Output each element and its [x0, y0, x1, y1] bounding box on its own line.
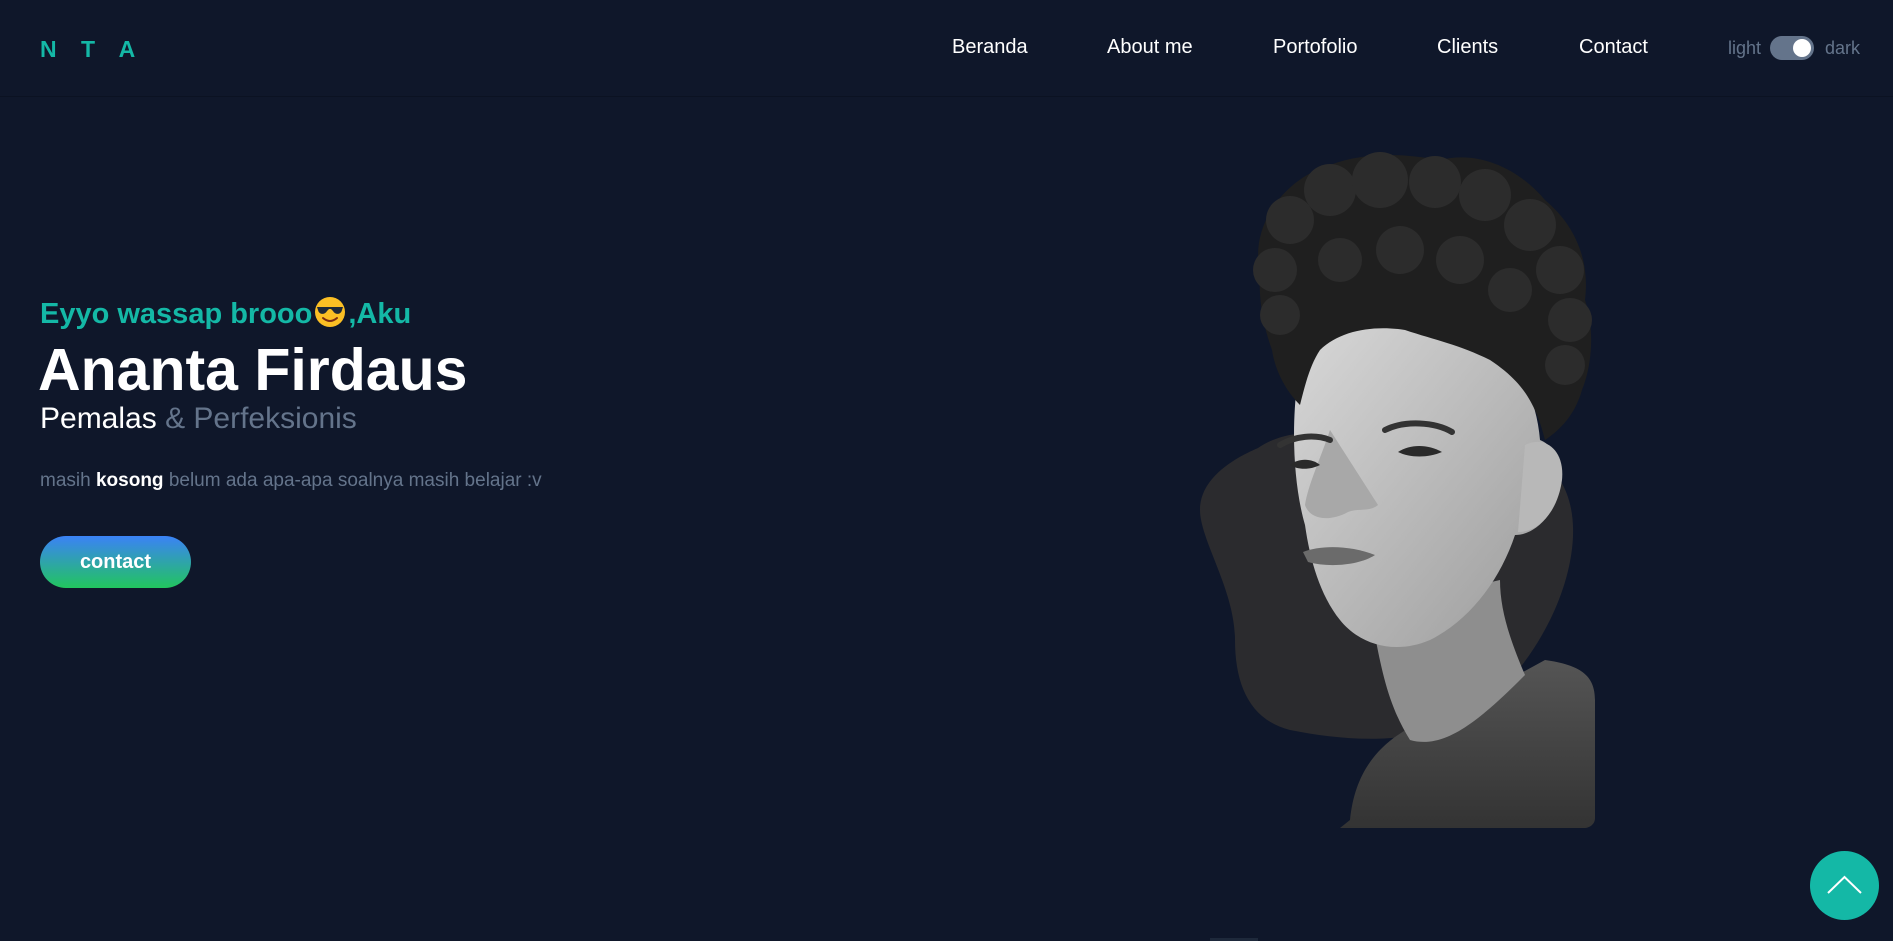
nav-link-portofolio[interactable]: Portofolio [1273, 36, 1358, 59]
contact-button[interactable]: contact [40, 536, 191, 588]
hero-greeting: Eyyo wassap brooo ,Aku [40, 296, 411, 331]
desc-prefix: masih [40, 470, 91, 491]
toggle-knob [1793, 39, 1811, 57]
toggle-dark-label: dark [1825, 38, 1861, 58]
greeting-suffix: ,Aku [348, 298, 412, 330]
desc-suffix: belum ada apa-apa soalnya masih belajar … [168, 470, 542, 491]
toggle-light-label: light [1728, 38, 1762, 58]
hero-role: Pemalas & Perfeksionis [40, 402, 357, 436]
role-primary: Pemalas [40, 402, 157, 435]
profile-photo [1200, 152, 1595, 828]
brand-logo[interactable]: N T A [40, 36, 144, 63]
dark-mode-switch[interactable] [1770, 36, 1814, 60]
nav-link-beranda[interactable]: Beranda [952, 36, 1028, 59]
nav-link-about-me[interactable]: About me [1107, 36, 1193, 59]
desc-highlight: kosong [95, 470, 164, 491]
hero-name: Ananta Firdaus [38, 337, 468, 403]
role-secondary: & Perfeksionis [165, 402, 357, 435]
navbar: N T A Beranda About me Portofolio Client… [0, 0, 1893, 97]
back-to-top-button[interactable] [1810, 851, 1879, 920]
smiling-face-with-sunglasses-icon [315, 297, 346, 327]
hero-description: masih kosong belum ada apa-apa soalnya m… [40, 470, 542, 492]
chevron-up-icon [1827, 875, 1862, 894]
nav-link-clients[interactable]: Clients [1437, 36, 1498, 59]
greeting-text: Eyyo wassap brooo [40, 298, 313, 330]
nav-link-contact[interactable]: Contact [1579, 36, 1648, 59]
